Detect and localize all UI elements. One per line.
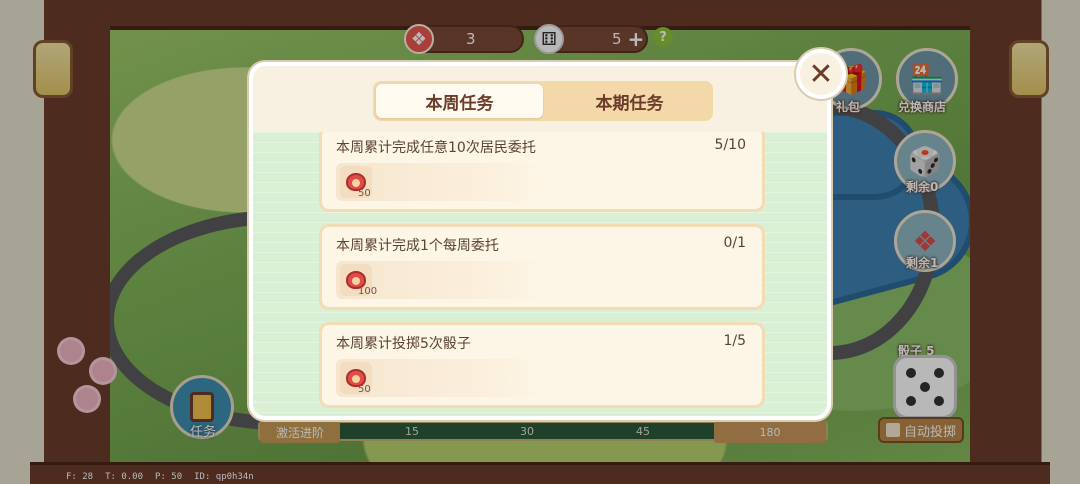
reward-amount: 50 — [358, 384, 371, 395]
reward-amount: 50 — [358, 188, 371, 199]
reward-amount: 100 — [358, 286, 378, 297]
task-progress: 5/10 — [714, 137, 746, 153]
tab-season-tasks[interactable]: 本期任务 — [546, 81, 713, 121]
task-progress: 1/5 — [723, 333, 746, 349]
reward-strip: 50 — [336, 359, 546, 397]
tab-weekly-tasks[interactable]: 本周任务 — [376, 84, 543, 118]
task-modal: 本周任务 本期任务 本周累计完成任意10次居民委托 5/10 50 本周累计完成… — [249, 62, 831, 420]
reward-strip: 50 — [336, 163, 546, 201]
task-title: 本周累计投掷5次骰子 — [336, 336, 471, 352]
task-card: 本周累计投掷5次骰子 1/5 50 — [319, 322, 765, 408]
task-card: 本周累计完成任意10次居民委托 5/10 50 — [319, 132, 765, 212]
reward-strip: 100 — [336, 261, 546, 299]
task-title: 本周累计完成1个每周委托 — [336, 238, 499, 254]
task-tabs: 本周任务 本期任务 — [373, 81, 713, 121]
task-progress: 0/1 — [723, 235, 746, 251]
close-icon: ✕ — [808, 56, 834, 92]
task-card: 本周累计完成1个每周委托 0/1 100 — [319, 224, 765, 310]
task-title: 本周累计完成任意10次居民委托 — [336, 140, 536, 156]
task-list[interactable]: 本周累计完成任意10次居民委托 5/10 50 本周累计完成1个每周委托 0/1… — [253, 132, 827, 416]
close-button[interactable]: ✕ — [796, 49, 846, 99]
